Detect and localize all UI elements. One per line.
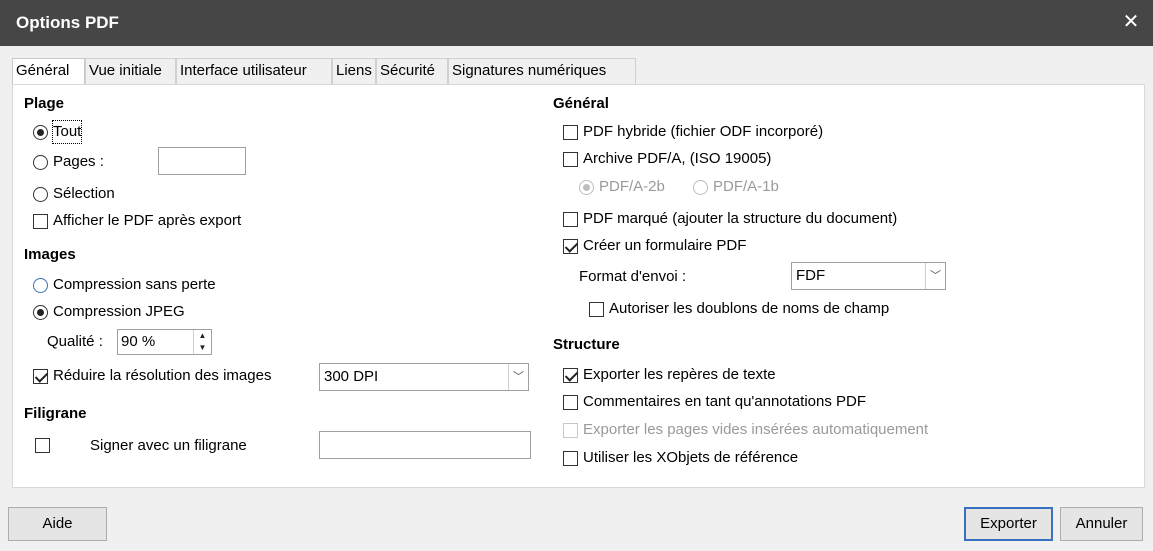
checkbox-formulaire[interactable]: Créer un formulaire PDF <box>563 235 843 257</box>
exporter-button[interactable]: Exporter <box>964 507 1053 541</box>
checkbox-archive[interactable]: Archive PDF/A, (ISO 19005) <box>563 148 863 170</box>
checkbox-commentaires[interactable]: Commentaires en tant qu'annotations PDF <box>563 391 943 413</box>
checkbox-reperes-label: Exporter les repères de texte <box>583 366 776 383</box>
dpi-dropdown[interactable]: 300 DPI ﹀ <box>319 363 529 391</box>
spin-up-icon[interactable]: ▲ <box>193 330 211 342</box>
checkbox-hybride[interactable]: PDF hybride (fichier ODF incorporé) <box>563 121 903 143</box>
checkbox-marque[interactable]: PDF marqué (ajouter la structure du docu… <box>563 208 1023 230</box>
tab-vue-initiale[interactable]: Vue initiale <box>85 58 176 84</box>
filigrane-heading: Filigrane <box>24 405 87 422</box>
radio-selection-indicator[interactable] <box>33 187 48 202</box>
title-bar: Options PDF ✕ <box>0 0 1153 46</box>
pages-input[interactable] <box>158 147 246 175</box>
checkbox-formulaire-label: Créer un formulaire PDF <box>583 237 747 254</box>
checkbox-doublons-box[interactable] <box>589 302 604 317</box>
checkbox-hybride-box[interactable] <box>563 125 578 140</box>
tab-interface-utilisateur[interactable]: Interface utilisateur <box>176 58 332 84</box>
checkbox-doublons[interactable]: Autoriser les doublons de noms de champ <box>589 298 969 320</box>
plage-heading: Plage <box>24 95 65 112</box>
checkbox-archive-box[interactable] <box>563 152 578 167</box>
radio-tout-label: Tout <box>51 120 83 144</box>
radio-pages[interactable]: Pages : <box>33 151 153 173</box>
checkbox-xobjets[interactable]: Utiliser les XObjets de référence <box>563 447 863 469</box>
format-dropdown[interactable]: FDF ﹀ <box>791 262 946 290</box>
qualite-spinner[interactable]: 90 % ▲ ▼ <box>117 329 212 355</box>
radio-jpeg-label: Compression JPEG <box>53 303 185 320</box>
tab-general[interactable]: Général <box>12 58 85 86</box>
radio-pages-label: Pages : <box>53 153 104 170</box>
checkbox-xobjets-box[interactable] <box>563 451 578 466</box>
checkbox-marque-label: PDF marqué (ajouter la structure du docu… <box>583 210 898 227</box>
checkbox-marque-box[interactable] <box>563 212 578 227</box>
checkbox-afficher[interactable]: Afficher le PDF après export <box>33 210 313 232</box>
radio-pdfa1b[interactable]: PDF/A-1b <box>693 176 803 198</box>
structure-heading: Structure <box>553 336 620 353</box>
dpi-value: 300 DPI <box>324 368 379 385</box>
checkbox-pages-vides-label: Exporter les pages vides insérées automa… <box>583 421 929 438</box>
checkbox-formulaire-box[interactable] <box>563 239 578 254</box>
qualite-label: Qualité : <box>47 333 103 350</box>
radio-compression-jpeg[interactable]: Compression JPEG <box>33 301 253 323</box>
checkbox-afficher-box[interactable] <box>33 214 48 229</box>
qualite-value: 90 % <box>121 333 156 350</box>
radio-selection-label: Sélection <box>53 185 115 202</box>
radio-selection[interactable]: Sélection <box>33 183 173 205</box>
general-heading: Général <box>553 95 609 112</box>
checkbox-pages-vides[interactable]: Exporter les pages vides insérées automa… <box>563 419 1023 441</box>
tab-securite[interactable]: Sécurité <box>376 58 448 84</box>
radio-pdfa2b[interactable]: PDF/A-2b <box>579 176 689 198</box>
checkbox-doublons-label: Autoriser les doublons de noms de champ <box>609 300 890 317</box>
checkbox-reduire[interactable]: Réduire la résolution des images <box>33 365 323 387</box>
images-heading: Images <box>24 246 76 263</box>
annuler-button[interactable]: Annuler <box>1060 507 1143 541</box>
checkbox-signer[interactable] <box>35 438 50 453</box>
checkbox-commentaires-label: Commentaires en tant qu'annotations PDF <box>583 393 867 410</box>
radio-pdfa1b-label: PDF/A-1b <box>713 178 779 195</box>
spin-down-icon[interactable]: ▼ <box>193 342 211 354</box>
checkbox-reperes-box[interactable] <box>563 368 578 383</box>
general-tab-panel: Plage Tout Pages : Sélection Afficher le… <box>12 84 1145 488</box>
radio-tout-indicator[interactable] <box>33 125 48 140</box>
checkbox-commentaires-box[interactable] <box>563 395 578 410</box>
checkbox-afficher-label: Afficher le PDF après export <box>53 212 242 229</box>
aide-button[interactable]: Aide <box>8 507 107 541</box>
checkbox-reduire-label: Réduire la résolution des images <box>53 367 272 384</box>
close-icon[interactable]: ✕ <box>1119 10 1143 34</box>
radio-pdfa2b-indicator[interactable] <box>579 180 594 195</box>
format-value: FDF <box>796 267 826 284</box>
dialog-title: Options PDF <box>16 13 119 32</box>
radio-compression-sans-perte[interactable]: Compression sans perte <box>33 274 293 296</box>
tab-signatures-numeriques[interactable]: Signatures numériques <box>448 58 636 84</box>
checkbox-pages-vides-box[interactable] <box>563 423 578 438</box>
checkbox-hybride-label: PDF hybride (fichier ODF incorporé) <box>583 123 824 140</box>
pdf-options-dialog: Options PDF ✕ Général Vue initiale Inter… <box>0 0 1153 551</box>
signer-label: Signer avec un filigrane <box>90 437 247 454</box>
chevron-down-icon[interactable]: ﹀ <box>508 364 528 390</box>
format-label: Format d'envoi : <box>579 268 687 285</box>
spinner-buttons: ▲ ▼ <box>193 330 211 354</box>
radio-jpeg-indicator[interactable] <box>33 305 48 320</box>
radio-sans-perte-label: Compression sans perte <box>53 276 216 293</box>
radio-tout[interactable]: Tout <box>33 120 153 144</box>
checkbox-reduire-box[interactable] <box>33 369 48 384</box>
tab-liens[interactable]: Liens <box>332 58 376 84</box>
checkbox-xobjets-label: Utiliser les XObjets de référence <box>583 449 799 466</box>
checkbox-reperes[interactable]: Exporter les repères de texte <box>563 364 843 386</box>
checkbox-archive-label: Archive PDF/A, (ISO 19005) <box>583 150 772 167</box>
radio-pdfa2b-label: PDF/A-2b <box>599 178 665 195</box>
filigrane-input[interactable] <box>319 431 531 459</box>
chevron-down-icon[interactable]: ﹀ <box>925 263 945 289</box>
radio-pdfa1b-indicator[interactable] <box>693 180 708 195</box>
radio-pages-indicator[interactable] <box>33 155 48 170</box>
radio-sans-perte-indicator[interactable] <box>33 278 48 293</box>
